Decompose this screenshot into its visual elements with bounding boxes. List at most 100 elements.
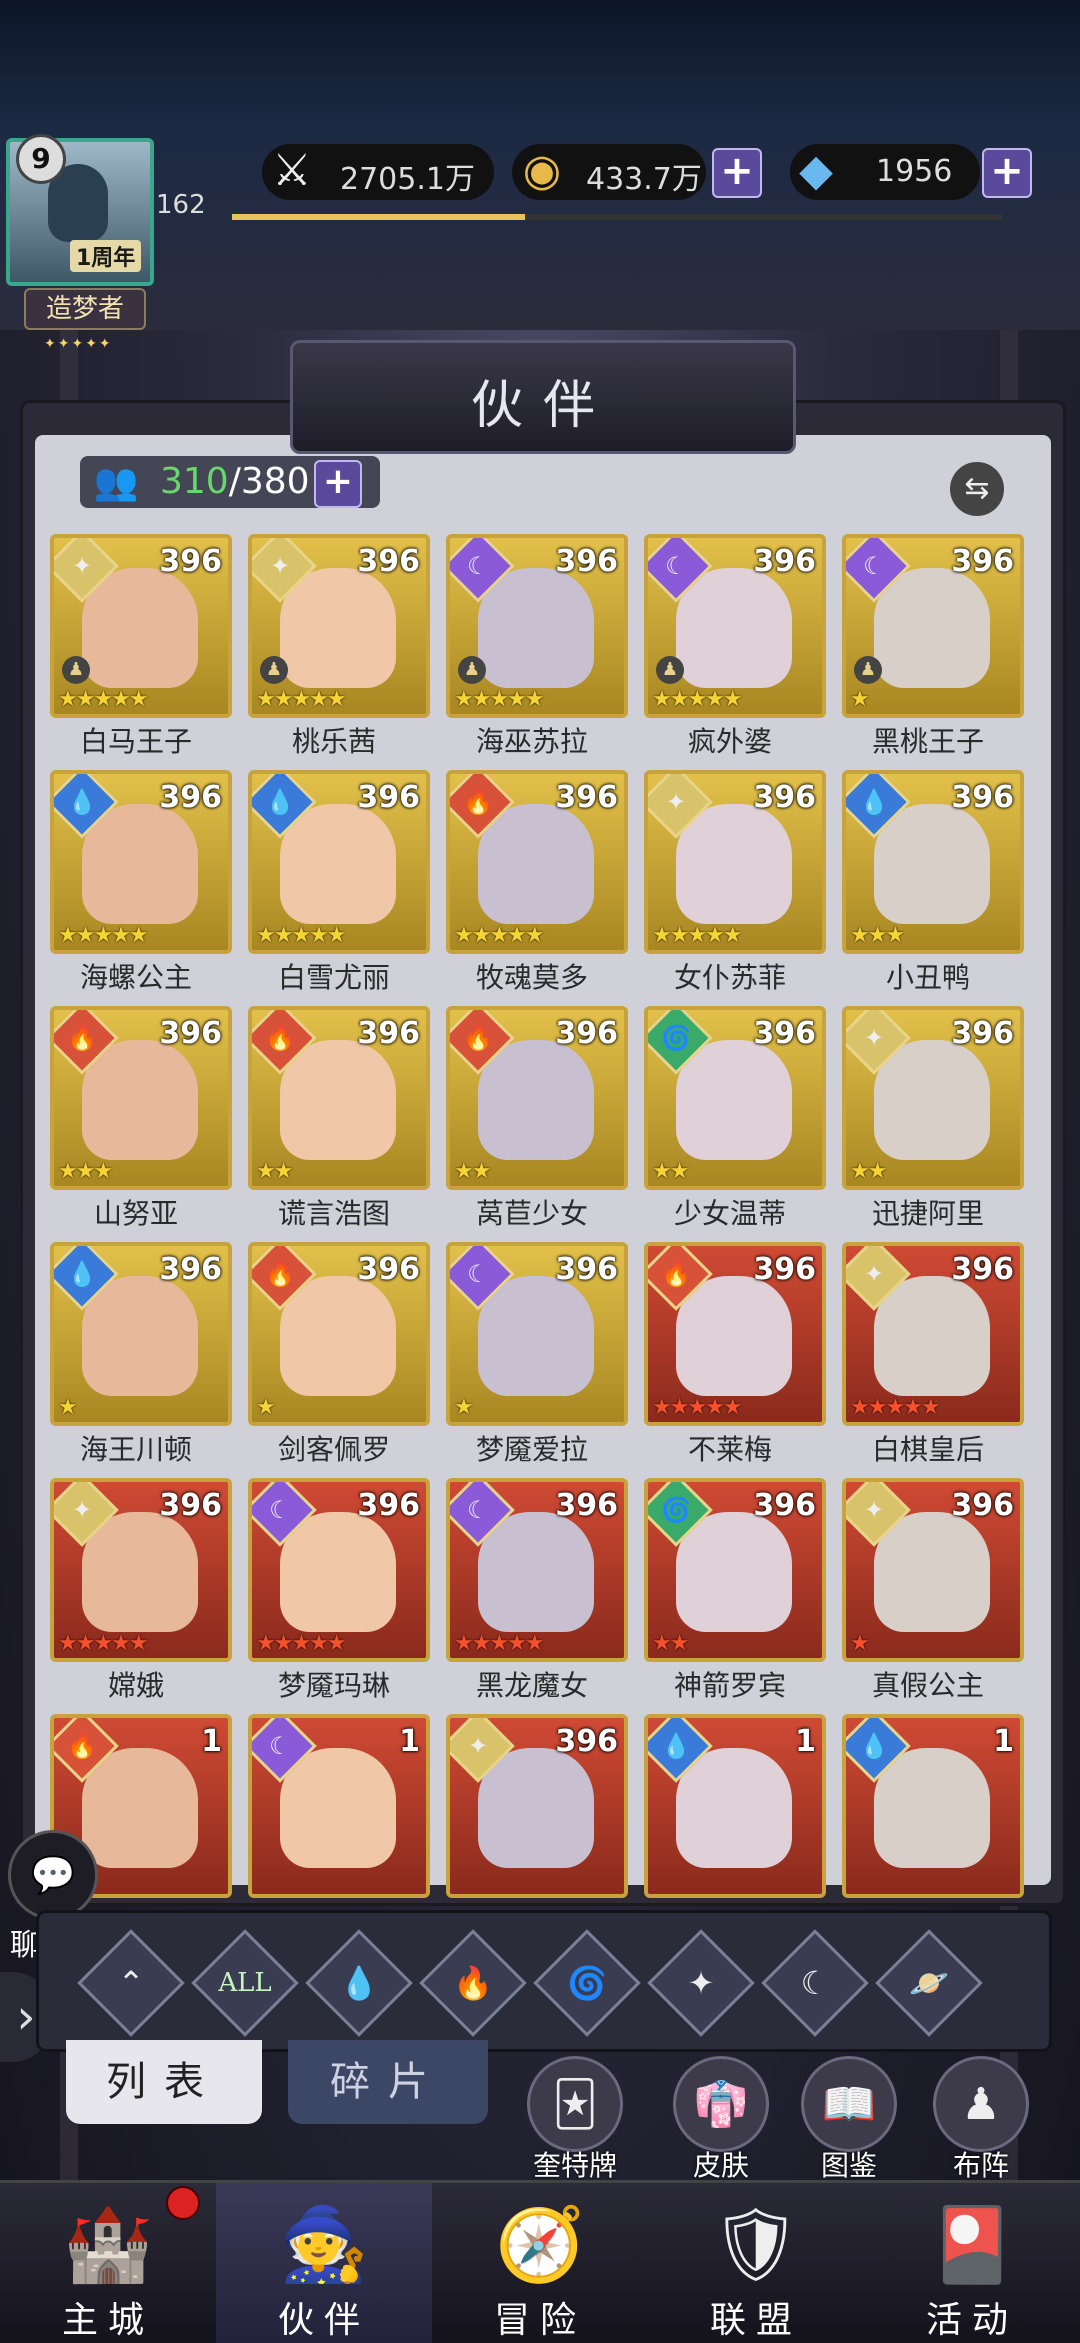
filter-water-button[interactable]: 💧: [305, 1929, 413, 2037]
nav-label: 活动: [925, 2300, 1018, 2341]
nav-item[interactable]: 🛡 联盟: [648, 2183, 864, 2343]
player-title[interactable]: 造梦者: [24, 288, 146, 330]
hero-portrait: [478, 804, 594, 924]
hero-card[interactable]: 🔥 396 ★★: [446, 1006, 628, 1190]
hero-card[interactable]: ☾ 396 ♟ ★: [842, 534, 1024, 718]
hero-stars: ★★★★★: [652, 687, 743, 712]
roster-max: /380: [228, 461, 310, 502]
hero-stars: ★★: [652, 1631, 689, 1656]
add-gold-button[interactable]: +: [712, 148, 762, 198]
title-stars: ✦✦✦✦✦: [44, 336, 113, 352]
hero-level: 396: [951, 544, 1014, 579]
hero-card[interactable]: 🔥 396 ★★★: [50, 1006, 232, 1190]
exp-bar-fill: [232, 214, 525, 220]
hero-level: 396: [357, 780, 420, 815]
hero-name: 梦魇玛琳: [277, 1669, 390, 1702]
hero-name: 嫦娥: [107, 1669, 164, 1702]
hero-card[interactable]: ✦ 396 ♟ ★★★★★: [248, 534, 430, 718]
filter-cosmic-button[interactable]: 🪐: [875, 1929, 983, 2037]
gem-display: ◆ 1956: [790, 144, 980, 200]
hero-name: 桃乐茜: [291, 725, 376, 758]
hero-level: 396: [753, 1252, 816, 1287]
hero-card[interactable]: ✦ 396 ♟ ★★★★★: [50, 534, 232, 718]
hero-card[interactable]: ✦ 396 ★★: [842, 1006, 1024, 1190]
sort-toggle-button[interactable]: ⇆: [950, 462, 1004, 516]
power-display: ⚔ 2705.1万: [262, 144, 494, 200]
filter-favorite-button[interactable]: ⌃: [77, 1929, 185, 2037]
side-button-label: 布阵: [952, 2149, 1009, 2182]
side-button-icon: ♟: [933, 2056, 1029, 2152]
hero-card[interactable]: ☾ 396 ♟ ★★★★★: [644, 534, 826, 718]
hero-portrait: [82, 804, 198, 924]
hero-level: 396: [357, 1488, 420, 1523]
hero-card[interactable]: ☾ 396 ★★★★★: [248, 1478, 430, 1662]
hero-card[interactable]: 🔥 396 ★: [248, 1242, 430, 1426]
hero-card[interactable]: ☾ 396 ★: [446, 1242, 628, 1426]
hero-card[interactable]: 🌀 396 ★★: [644, 1006, 826, 1190]
hero-portrait: [874, 1040, 990, 1160]
hero-card[interactable]: 💧 396 ★★★★★: [50, 770, 232, 954]
hero-stars: ★★★★★: [58, 1631, 149, 1656]
hero-name: 剑客佩罗: [277, 1433, 390, 1466]
hero-name: 白马王子: [79, 725, 192, 758]
hero-level: 396: [951, 1488, 1014, 1523]
hero-stars: ★★★★★: [58, 687, 149, 712]
filter-dark-button[interactable]: ☾: [761, 1929, 869, 2037]
nav-label: 冒险: [493, 2300, 586, 2341]
hero-card[interactable]: 💧 1: [644, 1714, 826, 1898]
filter-fire-button[interactable]: 🔥: [419, 1929, 527, 2037]
hero-stars: ★: [58, 1395, 78, 1420]
hero-card[interactable]: 🌀 396 ★★: [644, 1478, 826, 1662]
expand-roster-button[interactable]: +: [314, 460, 362, 508]
hero-card[interactable]: ✦ 396 ★★★★★: [842, 1242, 1024, 1426]
hero-card[interactable]: ✦ 396 ★★★★★: [50, 1478, 232, 1662]
side-button-icon: 👘: [673, 2056, 769, 2152]
hero-card[interactable]: 🔥 396 ★★★★★: [644, 1242, 826, 1426]
tab-list[interactable]: 列表: [66, 2040, 262, 2124]
hero-portrait: [280, 1748, 396, 1868]
nav-item[interactable]: 🧭 冒险: [432, 2183, 648, 2343]
hero-card[interactable]: ✦ 396 ★★★★★: [644, 770, 826, 954]
nav-item[interactable]: 🎴 活动: [864, 2183, 1080, 2343]
hero-stars: ★★: [454, 1159, 491, 1184]
hero-name: 迅捷阿里: [871, 1197, 984, 1230]
hero-portrait: [874, 568, 990, 688]
filter-all-button[interactable]: ALL: [191, 1929, 299, 2037]
hero-level: 396: [357, 1016, 420, 1051]
add-gem-button[interactable]: +: [982, 148, 1032, 198]
hero-card[interactable]: ☾ 396 ♟ ★★★★★: [446, 534, 628, 718]
hero-card[interactable]: ✦ 396: [446, 1714, 628, 1898]
hero-card[interactable]: 💧 396 ★★★★★: [248, 770, 430, 954]
hero-card[interactable]: ☾ 396 ★★★★★: [446, 1478, 628, 1662]
hero-level: 396: [555, 780, 618, 815]
hero-level: 1: [399, 1724, 420, 1759]
hero-name: 少女温蒂: [673, 1197, 786, 1230]
side-button[interactable]: 📖 图鉴: [794, 2056, 904, 2184]
hero-card[interactable]: ✦ 396 ★: [842, 1478, 1024, 1662]
hero-portrait: [676, 804, 792, 924]
nav-item[interactable]: 🧙 伙伴: [216, 2183, 432, 2343]
hero-level: 396: [159, 1016, 222, 1051]
hero-card[interactable]: ☾ 1: [248, 1714, 430, 1898]
side-button[interactable]: ♟ 布阵: [926, 2056, 1036, 2184]
hero-portrait: [478, 1276, 594, 1396]
hero-card[interactable]: 💧 396 ★: [50, 1242, 232, 1426]
side-button[interactable]: 👘 皮肤: [666, 2056, 776, 2184]
hero-name: 牧魂莫多: [475, 961, 588, 994]
hero-card[interactable]: 🔥 396 ★★★★★: [446, 770, 628, 954]
filter-wind-button[interactable]: 🌀: [533, 1929, 641, 2037]
hero-portrait: [478, 1748, 594, 1868]
filter-light-button[interactable]: ✦: [647, 1929, 755, 2037]
side-button[interactable]: 🃏 奎特牌: [520, 2056, 630, 2184]
side-button-label: 图鉴: [820, 2149, 877, 2182]
hero-card[interactable]: 💧 1: [842, 1714, 1024, 1898]
tab-fragments[interactable]: 碎片: [288, 2040, 488, 2124]
hero-portrait: [676, 568, 792, 688]
side-button-label: 奎特牌: [532, 2149, 617, 2182]
hero-card[interactable]: 💧 396 ★★★: [842, 770, 1024, 954]
side-button-label: 皮肤: [692, 2149, 749, 2182]
hero-name: 谎言浩图: [277, 1197, 390, 1230]
hero-name: 梦魇爱拉: [475, 1433, 588, 1466]
hero-name: 白棋皇后: [871, 1433, 984, 1466]
hero-card[interactable]: 🔥 396 ★★: [248, 1006, 430, 1190]
